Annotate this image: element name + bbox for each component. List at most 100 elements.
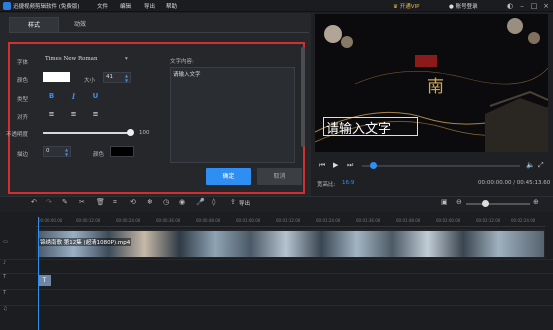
maximize-icon[interactable]: □	[529, 1, 539, 11]
border-color-label: 颜色	[93, 152, 105, 158]
fullscreen-icon[interactable]: ⤢	[538, 161, 544, 170]
zoom-in-icon[interactable]: ⊕	[533, 198, 539, 206]
timer-icon[interactable]: ◷	[163, 198, 169, 206]
progress-handle[interactable]	[370, 162, 377, 169]
tab-animation[interactable]: 动效	[55, 17, 105, 32]
title-glyph: 南	[427, 77, 444, 97]
font-value: Times New Roman	[45, 56, 98, 62]
vip-button[interactable]: ♛ 开通VIP	[393, 2, 419, 10]
user-icon: ●	[449, 4, 454, 10]
size-value: 41	[106, 74, 113, 80]
ruler-tick: 00:00:24.00	[116, 218, 141, 223]
align-left-icon[interactable]: ≡	[46, 110, 57, 119]
aspect-label: 宽高比:	[317, 182, 336, 188]
speed-icon[interactable]: ⟲	[130, 198, 136, 206]
prev-frame-icon[interactable]: ⏮	[319, 161, 325, 170]
type-label: 类型	[17, 97, 29, 103]
opacity-label: 不透明度	[6, 132, 29, 138]
menu-help[interactable]: 帮助	[166, 2, 177, 10]
text-track-header: T	[0, 274, 36, 287]
border-color-swatch[interactable]	[110, 146, 134, 157]
text-icon: T	[3, 274, 7, 280]
music-icon: ♫	[3, 306, 8, 312]
ruler-tick: 00:00:36.00	[156, 218, 181, 223]
underline-button[interactable]: U	[90, 92, 101, 101]
close-icon[interactable]: ×	[541, 1, 551, 11]
subtitle-track-header: T	[0, 290, 36, 303]
align-right-icon[interactable]: ≡	[90, 110, 101, 119]
audio-icon: ♪	[3, 260, 7, 266]
size-stepper[interactable]: 41 ▲ ▼	[103, 72, 131, 83]
font-label: 字体	[17, 60, 29, 66]
bold-button[interactable]: B	[46, 92, 57, 101]
marker-icon[interactable]: ◊	[212, 198, 215, 206]
music-track	[0, 305, 553, 318]
opacity-slider-track[interactable]	[43, 132, 131, 134]
ok-button[interactable]: 确定	[206, 168, 251, 185]
redo-icon[interactable]: ↷	[46, 198, 52, 206]
align-center-icon[interactable]: ≡	[68, 110, 79, 119]
video-clip-label: 锦绣南歌 第12集 (超清1080P).mp4	[39, 238, 132, 246]
vip-label: 开通VIP	[399, 4, 420, 10]
chevron-down-icon: ▾	[125, 56, 128, 62]
border-stepper[interactable]: 0 ▲ ▼	[43, 146, 71, 157]
italic-button[interactable]: I	[68, 92, 79, 101]
volume-icon[interactable]: 🔈	[526, 161, 535, 169]
menu-edit[interactable]: 编辑	[120, 2, 131, 10]
export-label[interactable]: 导出	[239, 199, 250, 207]
text-content-label: 文字内容:	[170, 59, 194, 65]
title-bar: 迅捷视频剪辑软件 (免费版) 文件 编辑 导出 帮助 ♛ 开通VIP ● 账号登…	[0, 0, 553, 12]
skin-icon[interactable]: ◐	[505, 1, 515, 11]
menu-export[interactable]: 导出	[144, 2, 155, 10]
zoom-slider-handle[interactable]	[482, 200, 489, 207]
microphone-icon[interactable]: 🎤	[196, 198, 205, 206]
ruler-tick: 00:00:12.00	[76, 218, 101, 223]
next-frame-icon[interactable]: ⏭	[347, 161, 353, 170]
play-icon[interactable]: ▶	[333, 161, 338, 169]
stepper-arrows-icon[interactable]: ▲ ▼	[125, 73, 128, 83]
crop-icon[interactable]: ⌗	[113, 198, 117, 207]
align-label: 对齐	[17, 115, 29, 121]
undo-icon[interactable]: ↶	[31, 198, 37, 206]
text-content-input[interactable]: 请输入文字	[170, 67, 295, 163]
font-select[interactable]: Times New Roman ▾	[43, 55, 133, 66]
login-button[interactable]: ● 账号登录	[449, 2, 478, 10]
cancel-button[interactable]: 取消	[257, 168, 302, 185]
panel-scrollbar[interactable]	[301, 47, 305, 147]
zoom-slider[interactable]	[466, 203, 530, 205]
size-label: 大小	[84, 78, 96, 84]
opacity-slider-handle[interactable]	[127, 129, 134, 136]
tab-style[interactable]: 样式	[9, 17, 59, 32]
app-logo-icon	[3, 2, 11, 10]
login-label: 账号登录	[455, 4, 478, 10]
text-overlay: 请输入文字	[326, 122, 392, 137]
record-icon[interactable]: ◉	[179, 198, 185, 206]
border-label: 描边	[17, 152, 29, 158]
freeze-icon[interactable]: ❄	[147, 198, 153, 206]
border-value: 0	[46, 148, 50, 154]
aspect-value[interactable]: 16:9	[342, 180, 354, 186]
video-track-header: ▭	[0, 239, 36, 252]
font-color-swatch[interactable]	[43, 72, 70, 82]
text-track	[0, 273, 553, 286]
playhead[interactable]	[38, 217, 39, 330]
film-icon: ▭	[3, 239, 8, 245]
subtitle-track	[0, 289, 553, 302]
split-icon[interactable]: ✂	[79, 198, 85, 206]
color-label: 颜色	[17, 78, 29, 84]
ruler-tick: 00:01:24.00	[316, 218, 341, 223]
stepper-arrows-icon[interactable]: ▲ ▼	[65, 147, 68, 157]
tab-divider	[9, 32, 309, 33]
menu-file[interactable]: 文件	[97, 2, 108, 10]
zoom-out-icon[interactable]: ⊖	[456, 198, 462, 206]
text-clip[interactable]: T	[38, 275, 51, 286]
video-preview[interactable]: 南 请输入文字	[315, 14, 548, 152]
export-icon[interactable]: ⇪	[230, 198, 236, 206]
delete-icon[interactable]: 🗑	[96, 198, 105, 206]
fit-icon[interactable]: ▣	[441, 198, 448, 206]
progress-track[interactable]	[362, 165, 520, 167]
minimize-icon[interactable]: –	[517, 1, 527, 11]
audio-track-header: ♪	[0, 260, 36, 273]
subtitle-icon: T	[3, 290, 7, 296]
edit-icon[interactable]: ✎	[62, 198, 68, 206]
